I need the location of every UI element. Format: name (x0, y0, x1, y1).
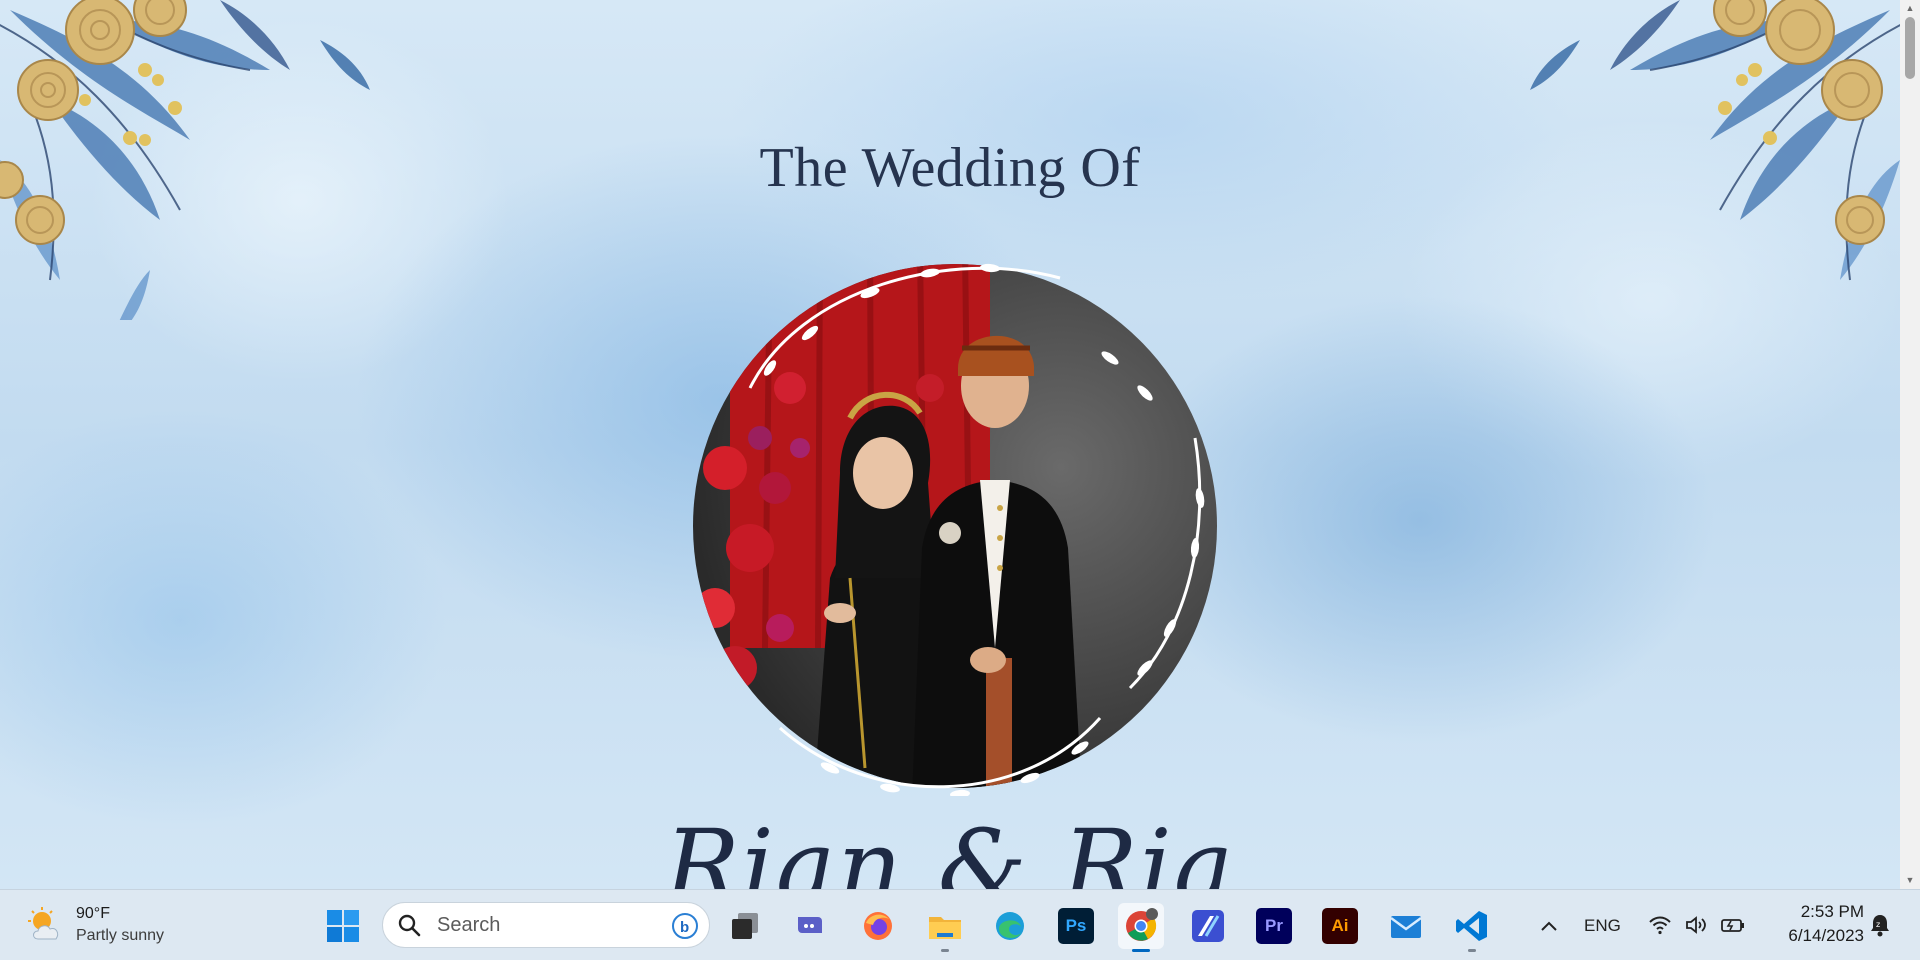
wifi-icon[interactable] (1648, 913, 1672, 937)
running-indicator (941, 949, 949, 952)
show-hidden-icons-button[interactable] (1535, 912, 1563, 940)
vscode-app[interactable] (1449, 903, 1495, 952)
premiere-app[interactable]: Pr (1251, 903, 1297, 949)
chrome-app[interactable] (1118, 903, 1164, 952)
svg-text:b: b (680, 919, 689, 936)
windows-icon (327, 910, 359, 942)
active-indicator (1132, 949, 1150, 952)
scroll-thumb[interactable] (1905, 17, 1915, 79)
vscode-icon (1456, 911, 1487, 941)
edge-icon (996, 912, 1024, 940)
task-view-button[interactable] (722, 903, 768, 949)
weather-temperature: 90°F (76, 905, 110, 922)
illustrator-icon: Ai (1322, 908, 1358, 944)
page-scrollbar[interactable]: ▲ ▼ (1900, 0, 1920, 889)
taskbar-search[interactable]: Search b (382, 902, 710, 948)
zoom-icon (798, 917, 822, 933)
mail-app[interactable] (1383, 903, 1429, 949)
bing-icon[interactable]: b (671, 912, 699, 940)
firefox-app[interactable] (855, 903, 901, 949)
system-tray-icons[interactable] (1648, 910, 1744, 940)
search-icon (398, 914, 421, 937)
edge-app[interactable] (987, 903, 1033, 949)
running-indicator (1468, 949, 1476, 952)
volume-icon[interactable] (1684, 913, 1708, 937)
firefox-icon (864, 912, 892, 940)
partly-sunny-icon (28, 907, 59, 940)
scroll-down-icon[interactable]: ▼ (1900, 872, 1920, 889)
clock-date: 6/14/2023 (1788, 926, 1864, 945)
taskbar: 90°F Partly sunny Search b Ps Pr Ai ENG … (0, 889, 1920, 960)
illustrator-app[interactable]: Ai (1317, 903, 1363, 949)
premiere-icon: Pr (1256, 908, 1292, 944)
language-indicator[interactable]: ENG (1584, 912, 1621, 940)
mail-icon (1390, 916, 1422, 938)
photoshop-app[interactable]: Ps (1053, 903, 1099, 949)
battery-icon[interactable] (1720, 913, 1744, 937)
folder-icon (929, 917, 961, 939)
chevron-up-icon (1541, 921, 1557, 931)
affinity-icon (1192, 910, 1224, 942)
svg-text:z: z (1876, 920, 1880, 929)
scroll-up-icon[interactable]: ▲ (1900, 0, 1920, 17)
notification-bell-icon[interactable]: z (1866, 911, 1894, 939)
wedding-invitation-page: The Wedding Of Rian & Ria (0, 0, 1900, 889)
page-title: The Wedding Of (759, 137, 1141, 199)
couple-photo (690, 248, 1220, 799)
clock-time: 2:53 PM (1800, 902, 1864, 921)
file-explorer-app[interactable] (922, 903, 968, 952)
weather-description: Partly sunny (76, 927, 165, 944)
couple-names: Rian & Ria (664, 808, 1236, 889)
weather-widget[interactable]: 90°F Partly sunny (26, 900, 164, 950)
affinity-app[interactable] (1185, 903, 1231, 949)
search-placeholder: Search (437, 913, 501, 936)
chrome-icon (1126, 908, 1158, 941)
start-button[interactable] (320, 903, 366, 949)
photoshop-icon: Ps (1058, 908, 1094, 944)
task-view-icon (732, 913, 758, 939)
zoom-app[interactable] (788, 903, 834, 949)
system-clock[interactable]: 2:53 PM 6/14/2023 (1764, 900, 1864, 948)
